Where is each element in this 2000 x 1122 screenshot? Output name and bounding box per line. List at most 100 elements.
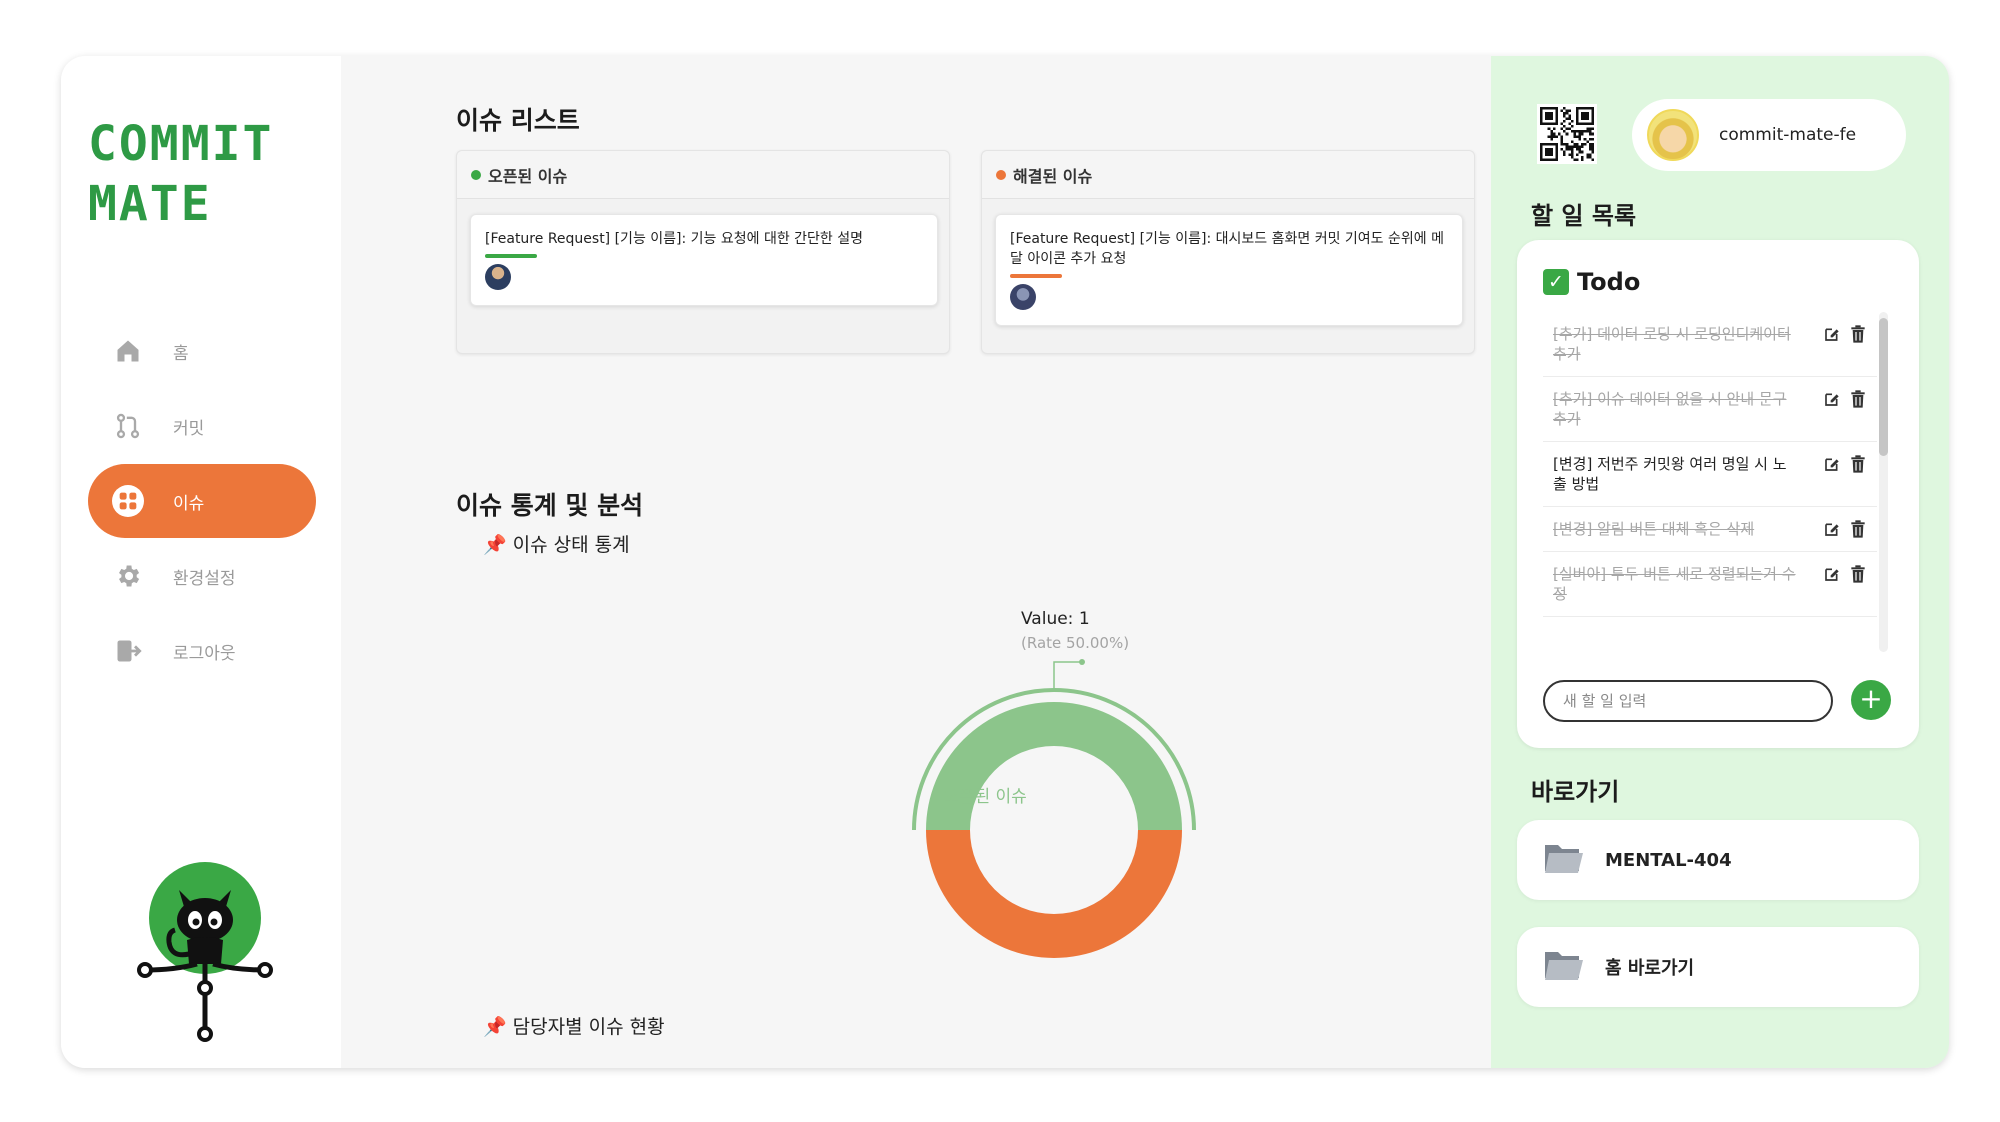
trash-icon[interactable] (1849, 520, 1867, 538)
assignee-stats-subtitle: 📌 담당자별 이슈 현황 (483, 1012, 665, 1039)
todo-item: [추가] 데이터 로딩 시 로딩인디케이터 추가 (1543, 312, 1877, 377)
folder-icon (1543, 841, 1583, 879)
brand-line-1: COMMIT (88, 116, 274, 172)
todo-card: ✓ Todo [추가] 데이터 로딩 시 로딩인디케이터 추가 [추가] 이슈 … (1517, 240, 1919, 748)
sidebar: COMMIT MATE 홈 커밋 이슈 환경설정 로그아웃 (61, 56, 341, 1068)
sidebar-item-label: 이슈 (173, 493, 205, 514)
trash-icon[interactable] (1849, 390, 1867, 408)
open-issues-column: 오픈된 이슈 [Feature Request] [기능 이름]: 기능 요청에… (456, 150, 950, 354)
issue-card[interactable]: [Feature Request] [기능 이름]: 대시보드 홈화면 커밋 기… (995, 214, 1463, 326)
open-issues-title: 오픈된 이슈 (488, 166, 568, 186)
home-icon (112, 335, 144, 367)
assignee-avatar[interactable] (1010, 284, 1036, 310)
add-todo-button[interactable]: + (1851, 680, 1891, 720)
closed-issues-column: 해결된 이슈 [Feature Request] [기능 이름]: 대시보드 홈… (981, 150, 1475, 354)
qr-code-icon[interactable] (1537, 104, 1597, 164)
assignee-stats-label: 담당자별 이슈 현황 (512, 1016, 665, 1038)
todo-title: ✓ Todo (1543, 268, 1640, 296)
status-stats-label: 이슈 상태 통계 (512, 534, 630, 556)
todo-actions (1823, 390, 1867, 408)
todo-title-label: Todo (1577, 268, 1641, 296)
brand-line-2: MATE (88, 176, 212, 232)
trash-icon[interactable] (1849, 455, 1867, 473)
tooltip-leader-line (1053, 661, 1082, 690)
user-name: commit-mate-fe (1719, 125, 1857, 145)
issue-stats-title: 이슈 통계 및 분석 (456, 491, 644, 520)
assignee-avatar[interactable] (485, 264, 511, 290)
closed-issues-title: 해결된 이슈 (1013, 166, 1093, 186)
todo-text[interactable]: [실버아] 투두 버튼 세로 정렬되는거 수정 (1553, 564, 1799, 604)
status-dot (471, 169, 481, 180)
issue-card[interactable]: [Feature Request] [기능 이름]: 기능 요청에 대한 간단한… (470, 214, 938, 306)
todo-scrollbar[interactable] (1879, 312, 1888, 652)
edit-icon[interactable] (1823, 390, 1841, 408)
todo-section-title: 할 일 목록 (1531, 202, 1637, 230)
sidebar-item-label: 로그아웃 (173, 643, 236, 664)
edit-icon[interactable] (1823, 455, 1841, 473)
closed-issues-header: 해결된 이슈 (982, 151, 1474, 199)
todo-text[interactable]: [추가] 이슈 데이터 없을 시 안내 문구 추가 (1553, 389, 1799, 429)
sidebar-item-label: 홈 (173, 343, 189, 364)
shortcuts-title: 바로가기 (1531, 778, 1620, 806)
new-todo-input[interactable] (1543, 680, 1833, 722)
todo-actions (1823, 520, 1867, 538)
tooltip-rate: (Rate 50.00%) (1021, 634, 1130, 652)
sidebar-item-settings[interactable]: 환경설정 (88, 539, 316, 613)
edit-icon[interactable] (1823, 325, 1841, 343)
grid-icon (112, 485, 144, 517)
brand-logo[interactable]: COMMIT MATE (88, 114, 273, 234)
edit-icon[interactable] (1823, 520, 1841, 538)
todo-actions (1823, 455, 1867, 473)
todo-scroll-thumb[interactable] (1879, 318, 1888, 456)
issue-progress-bar (485, 254, 537, 258)
issue-list-title: 이슈 리스트 (456, 106, 580, 135)
gear-icon (112, 560, 144, 592)
issue-title: [Feature Request] [기능 이름]: 기능 요청에 대한 간단한… (485, 231, 864, 247)
trash-icon[interactable] (1849, 565, 1867, 583)
todo-item: [변경] 알림 버튼 대체 혹은 삭제 (1543, 507, 1877, 552)
todo-text[interactable]: [변경] 알림 버튼 대체 혹은 삭제 (1553, 519, 1799, 539)
todo-item: [추가] 이슈 데이터 없을 시 안내 문구 추가 (1543, 377, 1877, 442)
todo-item: [변경] 저번주 커밋왕 여러 명일 시 노출 방법 (1543, 442, 1877, 507)
sidebar-item-label: 환경설정 (173, 568, 236, 589)
main-content: 이슈 리스트 오픈된 이슈 [Feature Request] [기능 이름]:… (341, 56, 1523, 1068)
todo-text[interactable]: [추가] 데이터 로딩 시 로딩인디케이터 추가 (1553, 324, 1799, 364)
edit-icon[interactable] (1823, 565, 1841, 583)
status-dot (996, 169, 1006, 180)
git-commit-icon (112, 410, 144, 442)
shortcut-mental-404[interactable]: MENTAL-404 (1517, 820, 1919, 900)
issue-progress-bar (1010, 274, 1062, 278)
tooltip-leader-dot (1079, 659, 1085, 665)
todo-text[interactable]: [변경] 저번주 커밋왕 여러 명일 시 노출 방법 (1553, 454, 1799, 494)
sidebar-item-home[interactable]: 홈 (88, 314, 316, 388)
user-profile[interactable]: commit-mate-fe (1632, 99, 1906, 171)
sidebar-item-commit[interactable]: 커밋 (88, 389, 316, 463)
octocat-mascot-logo (135, 858, 275, 1052)
folder-icon (1543, 948, 1583, 986)
pin-icon: 📌 (483, 1016, 507, 1038)
sidebar-nav: 홈 커밋 이슈 환경설정 로그아웃 (88, 314, 316, 689)
shortcut-home[interactable]: 홈 바로가기 (1517, 927, 1919, 1007)
tooltip-value: Value: 1 (1021, 609, 1090, 629)
pin-icon: 📌 (483, 534, 507, 556)
donut-center-label: 오픈된 이슈 (943, 787, 1027, 807)
todo-actions (1823, 565, 1867, 583)
todo-actions (1823, 325, 1867, 343)
open-issues-header: 오픈된 이슈 (457, 151, 949, 199)
status-stats-subtitle: 📌 이슈 상태 통계 (483, 530, 630, 557)
right-panel: commit-mate-fe 할 일 목록 ✓ Todo [추가] 데이터 로딩… (1491, 56, 1949, 1068)
sidebar-item-logout[interactable]: 로그아웃 (88, 614, 316, 688)
sidebar-item-issue[interactable]: 이슈 (88, 464, 316, 538)
todo-item: [실버아] 투두 버튼 세로 정렬되는거 수정 (1543, 552, 1877, 617)
trash-icon[interactable] (1849, 325, 1867, 343)
todo-list: [추가] 데이터 로딩 시 로딩인디케이터 추가 [추가] 이슈 데이터 없을 … (1543, 312, 1877, 652)
avatar (1647, 109, 1699, 161)
shortcut-label: 홈 바로가기 (1605, 958, 1695, 979)
logout-icon (112, 635, 144, 667)
checkmark-icon: ✓ (1543, 269, 1569, 295)
app-window: COMMIT MATE 홈 커밋 이슈 환경설정 로그아웃 이슈 리스트 오픈된… (61, 56, 1949, 1068)
sidebar-item-label: 커밋 (173, 418, 205, 439)
issue-title: [Feature Request] [기능 이름]: 대시보드 홈화면 커밋 기… (1010, 231, 1444, 267)
donut-slice-closed[interactable] (926, 830, 1182, 958)
shortcut-label: MENTAL-404 (1605, 849, 1732, 871)
